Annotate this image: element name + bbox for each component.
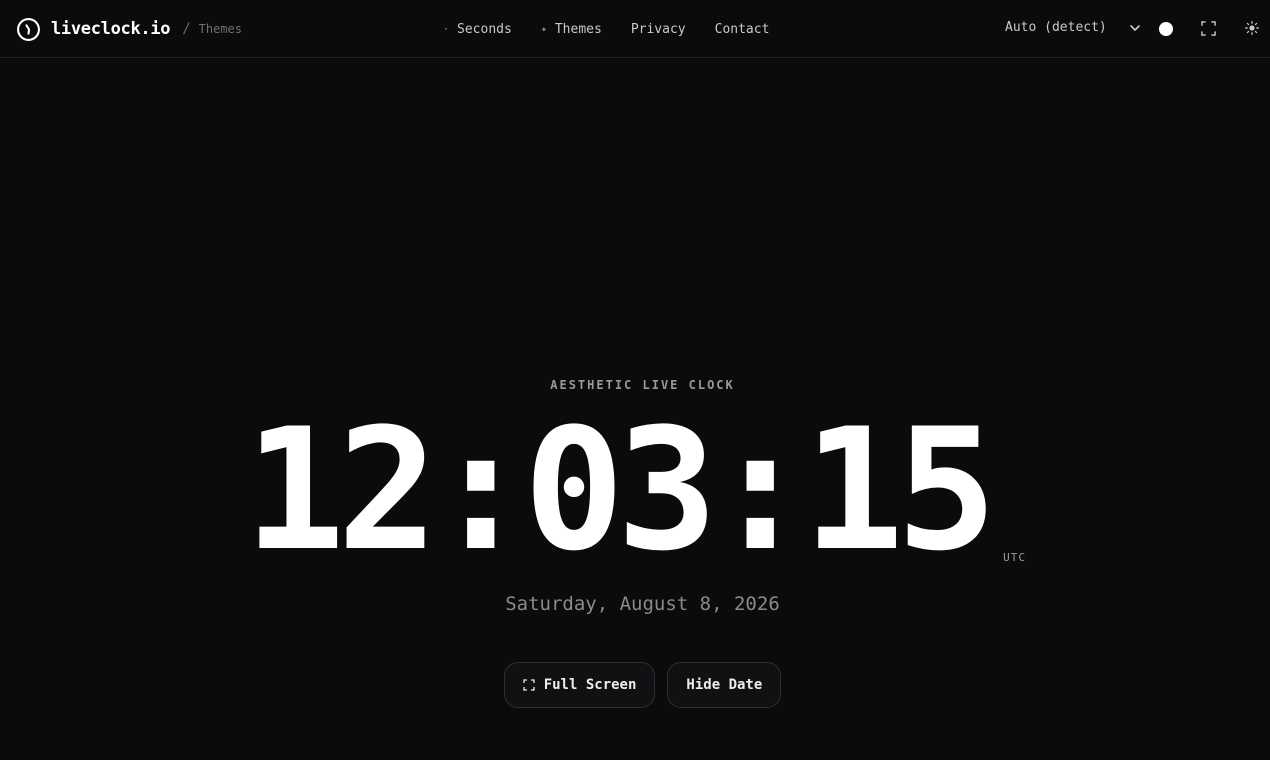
timezone-select[interactable]: Auto (detect) [1005, 20, 1141, 35]
theme-dot-icon[interactable] [1159, 22, 1173, 36]
dot-icon: · [443, 23, 450, 35]
clock-time: 12:03:15 [243, 392, 997, 588]
timezone-select-value: Auto (detect) [1005, 20, 1107, 35]
nav-label: Themes [554, 21, 602, 37]
clock-display: 12:03:15 UTC [0, 392, 1270, 588]
chevron-down-icon [1129, 24, 1140, 31]
hide-date-button[interactable]: Hide Date [667, 662, 782, 708]
nav-label: Contact [714, 21, 770, 37]
clock-actions: Full Screen Hide Date [0, 662, 1270, 708]
fullscreen-icon[interactable] [1201, 21, 1216, 36]
main-nav: · Seconds ✦ Themes Privacy Contact [443, 19, 769, 39]
sparkle-icon: ✦ [540, 23, 547, 35]
nav-item-seconds[interactable]: · Seconds [443, 22, 512, 37]
eyebrow-label: AESTHETIC LIVE CLOCK [550, 378, 735, 392]
full-screen-button[interactable]: Full Screen [503, 662, 656, 708]
clock-date: Saturday, August 8, 2026 [505, 593, 780, 615]
clock-logo-icon [17, 17, 40, 41]
breadcrumb-separator: / [182, 21, 191, 37]
sun-icon[interactable] [1244, 20, 1260, 36]
hide-date-label: Hide Date [686, 677, 763, 693]
nav-label: Seconds [457, 21, 512, 37]
nav-item-privacy[interactable]: Privacy [631, 22, 686, 37]
fullscreen-icon [523, 679, 535, 691]
brand-name[interactable]: liveclock.io [51, 19, 171, 39]
nav-item-themes[interactable]: ✦ Themes [541, 22, 602, 37]
breadcrumb-current[interactable]: Themes [199, 22, 242, 36]
brand[interactable]: liveclock.io / Themes [16, 16, 242, 42]
nav-item-contact[interactable]: Contact [715, 22, 770, 37]
timezone-label: UTC [1003, 551, 1027, 564]
top-bar: liveclock.io / Themes · Seconds ✦ Themes… [0, 0, 1270, 58]
nav-label: Privacy [630, 21, 686, 37]
full-screen-label: Full Screen [543, 677, 637, 693]
